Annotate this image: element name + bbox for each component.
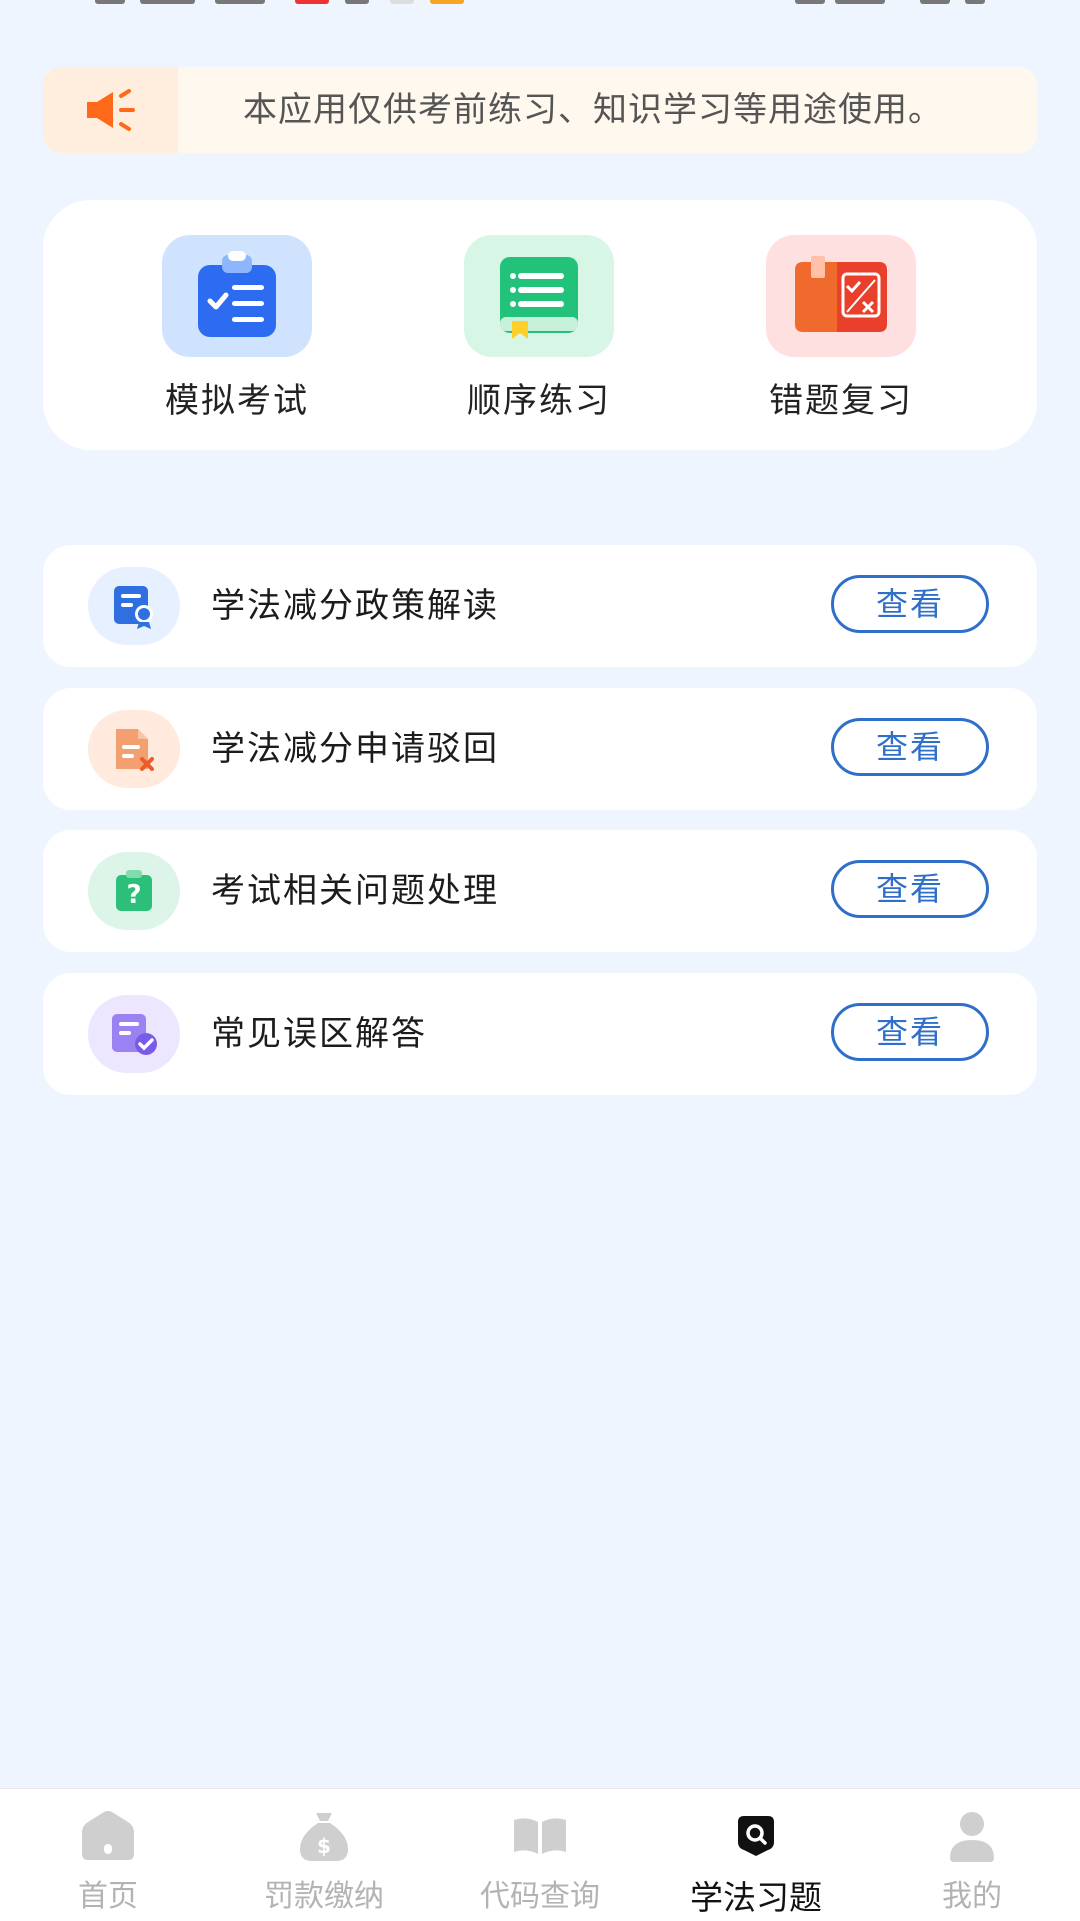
document-reject-icon bbox=[88, 710, 180, 788]
wrong-question-review-button[interactable]: 错题复习 bbox=[741, 235, 941, 422]
svg-text:$: $ bbox=[317, 1834, 331, 1858]
clipboard-checklist-icon bbox=[162, 235, 312, 357]
tab-home[interactable]: 首页 bbox=[18, 1807, 198, 1915]
tab-law-exercises[interactable]: 学法习题 bbox=[666, 1807, 846, 1919]
list-item-title: 常见误区解答 bbox=[211, 1014, 427, 1054]
view-button[interactable]: 查看 bbox=[831, 575, 989, 633]
svg-text:?: ? bbox=[126, 880, 141, 910]
tab-fine-payment[interactable]: $ 罚款缴纳 bbox=[234, 1807, 414, 1915]
notice-text: 本应用仅供考前练习、知识学习等用途使用。 bbox=[243, 90, 943, 130]
quick-action-label: 错题复习 bbox=[769, 381, 913, 421]
question-bag-icon: ? bbox=[88, 852, 180, 930]
list-item-policy[interactable]: 学法减分政策解读 查看 bbox=[43, 545, 1037, 667]
view-button[interactable]: 查看 bbox=[831, 1003, 989, 1061]
open-book-icon bbox=[450, 1807, 630, 1865]
tab-label: 首页 bbox=[78, 1879, 138, 1914]
money-bag-icon: $ bbox=[234, 1807, 414, 1865]
quick-action-label: 模拟考试 bbox=[165, 381, 309, 421]
search-shield-icon bbox=[666, 1807, 846, 1865]
bottom-tab-bar: 首页 $ 罚款缴纳 代码查询 学法习题 我的 bbox=[0, 1788, 1080, 1921]
document-check-icon bbox=[88, 995, 180, 1073]
notice-banner: 本应用仅供考前练习、知识学习等用途使用。 bbox=[43, 67, 1037, 153]
tab-label: 罚款缴纳 bbox=[264, 1879, 384, 1914]
user-icon bbox=[882, 1807, 1062, 1865]
list-item-misconceptions[interactable]: 常见误区解答 查看 bbox=[43, 973, 1037, 1095]
list-item-title: 学法减分政策解读 bbox=[211, 586, 499, 626]
tab-label: 我的 bbox=[942, 1879, 1002, 1914]
book-list-icon bbox=[464, 235, 614, 357]
list-item-appeal-rejected[interactable]: 学法减分申请驳回 查看 bbox=[43, 688, 1037, 810]
view-button[interactable]: 查看 bbox=[831, 860, 989, 918]
view-button[interactable]: 查看 bbox=[831, 718, 989, 776]
tab-code-query[interactable]: 代码查询 bbox=[450, 1807, 630, 1915]
status-bar bbox=[0, 0, 1080, 10]
document-award-icon bbox=[88, 567, 180, 645]
wrong-answer-book-icon bbox=[766, 235, 916, 357]
list-item-title: 考试相关问题处理 bbox=[211, 871, 499, 911]
sequential-practice-button[interactable]: 顺序练习 bbox=[439, 235, 639, 422]
list-item-exam-issues[interactable]: ? 考试相关问题处理 查看 bbox=[43, 830, 1037, 952]
tab-mine[interactable]: 我的 bbox=[882, 1807, 1062, 1915]
tab-label: 学法习题 bbox=[690, 1878, 822, 1917]
tab-label: 代码查询 bbox=[480, 1879, 600, 1914]
megaphone-icon bbox=[43, 67, 178, 153]
mock-exam-button[interactable]: 模拟考试 bbox=[137, 235, 337, 422]
home-icon bbox=[18, 1807, 198, 1865]
list-item-title: 学法减分申请驳回 bbox=[211, 729, 499, 769]
quick-action-label: 顺序练习 bbox=[467, 381, 611, 421]
quick-actions-card: 模拟考试 顺序练习 错题复习 bbox=[43, 200, 1037, 450]
